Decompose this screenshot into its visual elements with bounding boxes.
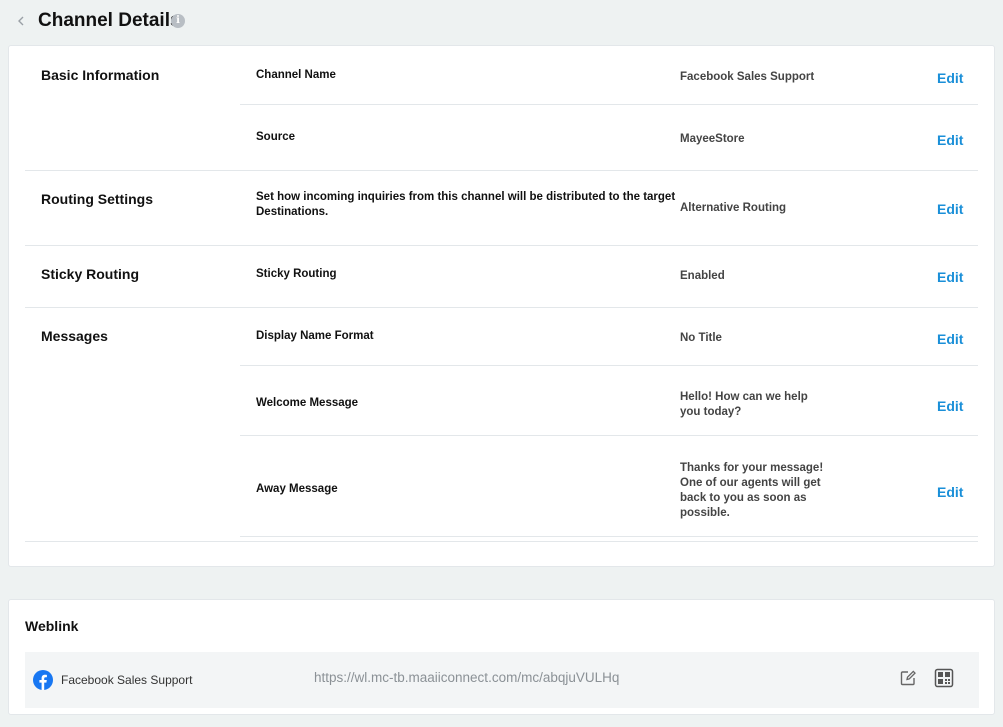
field-value-display-name-format: No Title bbox=[680, 332, 722, 344]
weblink-row: Facebook Sales Support https://wl.mc-tb.… bbox=[25, 652, 979, 708]
field-label-sticky-routing: Sticky Routing bbox=[256, 268, 337, 280]
field-value-routing: Alternative Routing bbox=[680, 202, 787, 214]
field-value-welcome-message: Hello! How can we help you today? bbox=[680, 391, 808, 418]
section-title-basic-information: Basic Information bbox=[41, 67, 160, 83]
field-label-display-name-format: Display Name Format bbox=[256, 330, 374, 342]
edit-welcome-message-link[interactable]: Edit bbox=[937, 398, 963, 414]
edit-routing-link[interactable]: Edit bbox=[937, 201, 963, 217]
section-title-routing-settings: Routing Settings bbox=[41, 191, 153, 207]
field-value-sticky-routing: Enabled bbox=[680, 270, 725, 282]
weblink-channel-name: Facebook Sales Support bbox=[61, 673, 193, 687]
field-label-channel-name: Channel Name bbox=[256, 69, 336, 81]
weblink-card: Weblink Facebook Sales Support https://w… bbox=[8, 599, 995, 715]
row-divider bbox=[240, 365, 978, 366]
section-divider bbox=[25, 170, 978, 171]
facebook-icon bbox=[33, 670, 53, 690]
info-icon[interactable]: i bbox=[171, 14, 185, 28]
page-title: Channel Details bbox=[38, 10, 181, 31]
field-value-source: MayeeStore bbox=[680, 133, 745, 145]
section-divider bbox=[25, 307, 978, 308]
row-divider bbox=[240, 536, 978, 537]
edit-away-message-link[interactable]: Edit bbox=[937, 484, 963, 500]
edit-icon[interactable] bbox=[899, 669, 917, 687]
section-title-messages: Messages bbox=[41, 328, 108, 344]
field-value-channel-name: Facebook Sales Support bbox=[680, 71, 815, 83]
edit-sticky-routing-link[interactable]: Edit bbox=[937, 269, 963, 285]
edit-display-name-format-link[interactable]: Edit bbox=[937, 331, 963, 347]
section-divider bbox=[25, 541, 978, 542]
section-title-sticky-routing: Sticky Routing bbox=[41, 266, 140, 282]
row-divider bbox=[240, 104, 978, 105]
edit-channel-name-link[interactable]: Edit bbox=[937, 70, 963, 86]
field-label-routing-description: Set how incoming inquiries from this cha… bbox=[256, 191, 676, 218]
channel-details-card: Basic Information Channel Name Facebook … bbox=[8, 45, 995, 567]
edit-source-link[interactable]: Edit bbox=[937, 132, 963, 148]
weblink-title: Weblink bbox=[25, 618, 79, 634]
qr-code-icon[interactable] bbox=[934, 668, 954, 688]
row-divider bbox=[240, 435, 978, 436]
page-header: Channel Details i bbox=[0, 0, 1003, 44]
weblink-url[interactable]: https://wl.mc-tb.maaiiconnect.com/mc/abq… bbox=[314, 670, 619, 685]
section-divider bbox=[25, 245, 978, 246]
field-value-away-message: Thanks for your message! One of our agen… bbox=[680, 462, 824, 519]
field-label-welcome-message: Welcome Message bbox=[256, 397, 359, 409]
field-label-away-message: Away Message bbox=[256, 483, 338, 495]
back-chevron-icon[interactable] bbox=[15, 14, 27, 28]
field-label-source: Source bbox=[256, 131, 295, 143]
